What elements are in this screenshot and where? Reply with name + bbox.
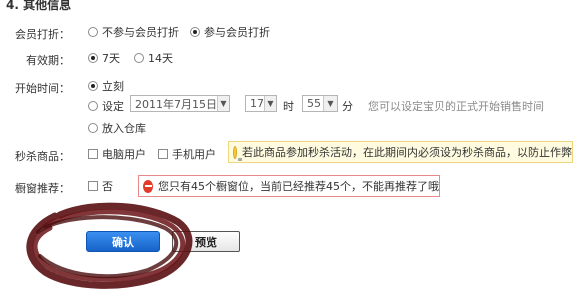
discount-option-yes-label: 参与会员打折 bbox=[204, 26, 270, 39]
start-time-hint: 您可以设定宝贝的正式开始销售时间 bbox=[368, 100, 544, 113]
showcase-warning-text: 您只有45个橱窗位，当前已经推荐45个，不能再推荐了哦 bbox=[158, 180, 439, 193]
validity-option-7-label: 7天 bbox=[102, 52, 120, 65]
hour-select-value: 17 bbox=[250, 97, 264, 110]
radio-start-immediate[interactable] bbox=[88, 81, 98, 91]
minute-select[interactable]: 55 ▼ bbox=[302, 95, 338, 112]
hour-select[interactable]: 17 ▼ bbox=[245, 95, 277, 112]
validity-option-14-label: 14天 bbox=[148, 52, 173, 65]
hour-unit: 时 bbox=[283, 100, 294, 113]
date-select-value: 2011年7月15日 bbox=[135, 97, 217, 111]
showcase-option[interactable]: 否 bbox=[88, 178, 113, 194]
start-warehouse-label: 放入仓库 bbox=[102, 122, 146, 135]
chevron-down-icon: ▼ bbox=[264, 96, 276, 111]
radio-start-warehouse[interactable] bbox=[88, 123, 98, 133]
flash-sale-mobile-option[interactable]: 手机用户 bbox=[158, 146, 216, 162]
radio-validity-7[interactable] bbox=[88, 53, 98, 63]
radio-discount-no[interactable] bbox=[88, 27, 98, 37]
start-set-option[interactable]: 设定 bbox=[88, 98, 124, 114]
discount-option-no[interactable]: 不参与会员打折 bbox=[88, 24, 179, 40]
radio-validity-14[interactable] bbox=[134, 53, 144, 63]
chevron-down-icon: ▼ bbox=[217, 96, 229, 111]
flash-sale-pc-option[interactable]: 电脑用户 bbox=[88, 146, 146, 162]
checkbox-flash-mobile[interactable] bbox=[158, 149, 168, 159]
showcase-option-label: 否 bbox=[102, 180, 113, 193]
flash-sale-label: 秒杀商品： bbox=[15, 150, 70, 163]
flash-sale-mobile-label: 手机用户 bbox=[172, 148, 216, 161]
preview-button[interactable]: 预览 bbox=[172, 231, 240, 252]
flash-sale-tip: 若此商品参加秒杀活动，在此期间内必须设为秒杀商品，以防止作弊 bbox=[228, 141, 573, 163]
minute-select-value: 55 bbox=[307, 97, 321, 110]
flash-sale-pc-label: 电脑用户 bbox=[102, 148, 146, 161]
minus-circle-icon bbox=[143, 179, 153, 193]
date-select[interactable]: 2011年7月15日 ▼ bbox=[130, 95, 230, 112]
lightbulb-icon bbox=[233, 145, 242, 161]
discount-option-no-label: 不参与会员打折 bbox=[102, 26, 179, 39]
showcase-warning: 您只有45个橱窗位，当前已经推荐45个，不能再推荐了哦 bbox=[138, 175, 440, 197]
radio-start-set[interactable] bbox=[88, 101, 98, 111]
radio-discount-yes[interactable] bbox=[190, 27, 200, 37]
start-set-label: 设定 bbox=[102, 100, 124, 113]
chevron-down-icon: ▼ bbox=[323, 96, 337, 111]
checkbox-showcase[interactable] bbox=[88, 181, 98, 191]
flash-sale-tip-text: 若此商品参加秒杀活动，在此期间内必须设为秒杀商品，以防止作弊 bbox=[242, 146, 572, 159]
validity-option-7[interactable]: 7天 bbox=[88, 50, 120, 66]
checkbox-flash-pc[interactable] bbox=[88, 149, 98, 159]
start-immediate-label: 立刻 bbox=[102, 80, 124, 93]
start-warehouse-option[interactable]: 放入仓库 bbox=[88, 120, 146, 136]
section-title: 4. 其他信息 bbox=[6, 0, 72, 12]
validity-label: 有效期： bbox=[26, 54, 70, 67]
discount-option-yes[interactable]: 参与会员打折 bbox=[190, 24, 270, 40]
discount-label: 会员打折： bbox=[15, 28, 70, 41]
confirm-button[interactable]: 确认 bbox=[86, 231, 160, 252]
start-immediate-option[interactable]: 立刻 bbox=[88, 78, 124, 94]
validity-option-14[interactable]: 14天 bbox=[134, 50, 173, 66]
start-time-label: 开始时间： bbox=[15, 82, 70, 95]
minute-unit: 分 bbox=[342, 100, 353, 113]
showcase-label: 橱窗推荐： bbox=[15, 182, 70, 195]
